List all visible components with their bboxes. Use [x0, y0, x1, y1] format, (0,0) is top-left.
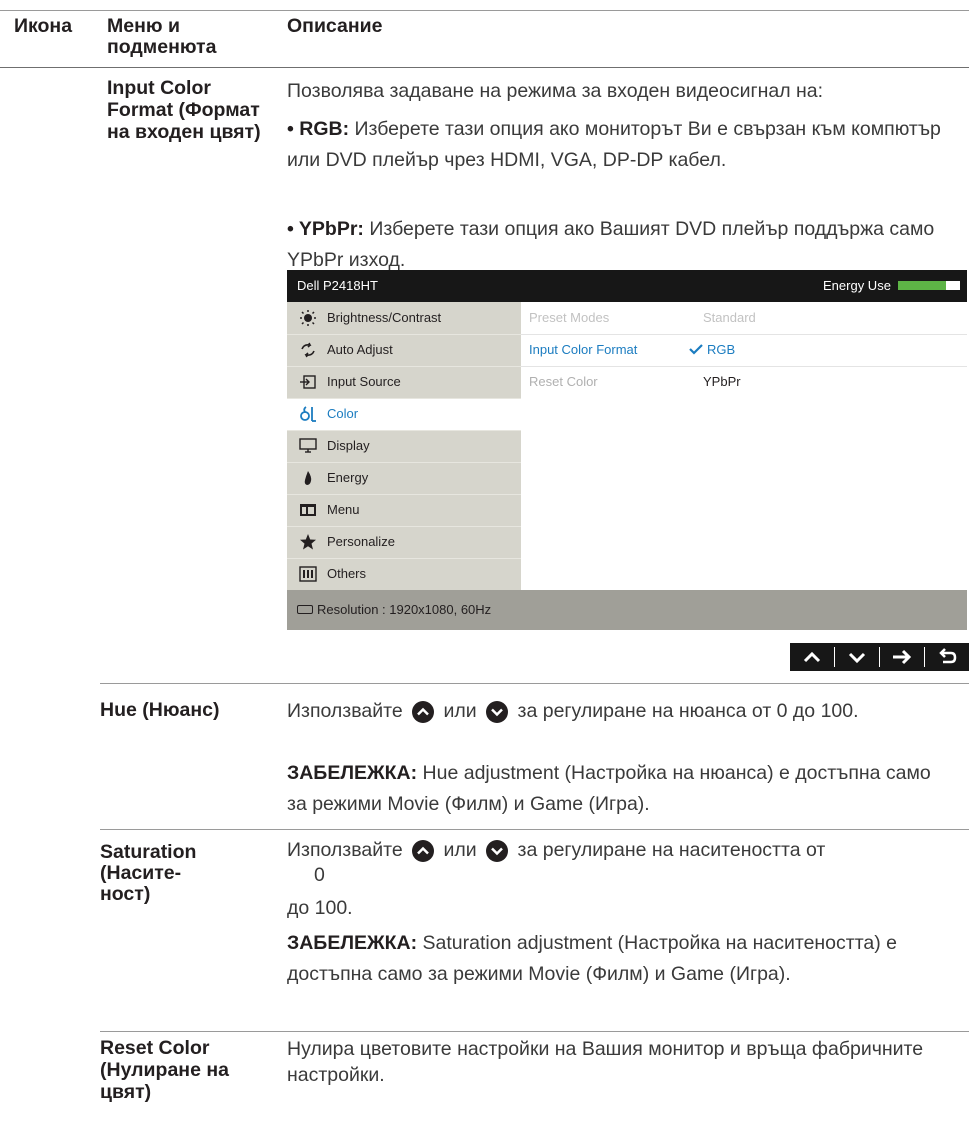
rgb-option-description: RGB: Изберете тази опция ако мониторът В…: [287, 114, 947, 176]
osd-menu-item-label: Menu: [327, 502, 360, 517]
osd-menu-separator: [287, 462, 521, 463]
header-icon-column: Икона: [14, 15, 73, 37]
saturation-description: Използвайте или за регулиране на наситен…: [287, 839, 826, 862]
energy-use-meter: [898, 281, 960, 290]
osd-menu-item-auto-adjust[interactable]: Auto Adjust: [287, 334, 521, 366]
osd-status-bar: Resolution : 1920x1080, 60Hz: [287, 590, 967, 630]
osd-submenu-value[interactable]: Standard: [703, 310, 756, 325]
reset-color-description: Нулира цветовите настройки на Вашия мони…: [287, 1038, 924, 1086]
header-menu-column: Меню и подменюта: [107, 15, 217, 58]
osd-submenu-value[interactable]: RGB: [689, 342, 735, 357]
up-arrow-icon: [412, 839, 435, 862]
hue-note-label: ЗАБЕЛЕЖКА:: [287, 762, 418, 784]
osd-menu-item-others[interactable]: Others: [287, 558, 521, 590]
checkmark-icon: [689, 342, 707, 357]
osd-submenu-input-color-format[interactable]: Input Color Format RGB: [521, 334, 967, 366]
osd-menu-item-label: Others: [327, 566, 367, 581]
osd-menu-item-personalize[interactable]: Personalize: [287, 526, 521, 558]
auto-adjust-icon: [299, 342, 317, 358]
resolution-icon: [297, 605, 313, 614]
right-arrow-icon[interactable]: [880, 643, 924, 671]
osd-menu-screenshot: Dell P2418HT Energy Use Brightness/Contr…: [287, 270, 967, 630]
osd-menu-item-label: Color: [327, 406, 359, 421]
hue-description: Използвайте или за регулиране на нюанса …: [287, 700, 859, 723]
input-source-icon: [299, 374, 317, 390]
osd-menu-item-color[interactable]: Color: [287, 398, 521, 430]
ypbpr-option-description: YPbPr: Изберете тази опция ако Вашият DV…: [287, 214, 947, 276]
osd-submenu-label: Reset Color: [529, 374, 598, 389]
ypbpr-term: YPbPr:: [298, 218, 364, 240]
rgb-term: RGB:: [299, 118, 350, 140]
osd-menu-separator: [287, 334, 521, 335]
up-icon[interactable]: [790, 643, 834, 671]
osd-submenu-label: Input Color Format: [529, 342, 638, 357]
input-color-format-intro: Позволява задаване на режима за входен в…: [287, 80, 824, 102]
osd-menu-item-label: Brightness/Contrast: [327, 310, 442, 325]
menu-icon: [299, 502, 317, 518]
osd-menu-item-label: Personalize: [327, 534, 395, 549]
star-icon: [299, 534, 317, 550]
osd-color-submenu: Preset Modes Standard Input Color Format RG…: [521, 302, 967, 590]
osd-menu-item-input-source[interactable]: Input Source: [287, 366, 521, 398]
energy-use-label: Energy Use: [823, 278, 891, 293]
energy-use-fill: [898, 281, 947, 290]
hue-top-rule: [100, 683, 969, 684]
osd-menu-item-menu[interactable]: Menu: [287, 494, 521, 526]
back-icon[interactable]: [925, 643, 969, 671]
reset-color-top-rule: [100, 1031, 969, 1032]
osd-submenu-value[interactable]: YPbPr: [703, 374, 741, 389]
osd-main-menu: Brightness/Contrast Auto Adjust Input Sour…: [287, 302, 521, 590]
hue-note: ЗАБЕЛЕЖКА: Hue adjustment (Настройка на …: [287, 762, 931, 815]
osd-submenu-label: Preset Modes: [529, 310, 610, 325]
osd-menu-separator: [287, 430, 521, 431]
osd-model-name: Dell P2418HT: [297, 278, 378, 293]
osd-menu-item-label: Input Source: [327, 374, 401, 389]
osd-menu-item-label: Energy: [327, 470, 369, 485]
brightness-icon: [299, 310, 317, 326]
saturation-range-end: до 100.: [287, 897, 353, 919]
reset-color-name: Reset Color (Нулиране на цвят): [100, 1037, 229, 1103]
osd-title-bar: Dell P2418HT Energy Use: [287, 270, 967, 302]
hue-name: Hue (Нюанс): [100, 699, 220, 721]
saturation-top-rule: [100, 829, 969, 830]
osd-menu-item-brightness-contrast[interactable]: Brightness/Contrast: [287, 302, 521, 334]
saturation-note: ЗАБЕЛЕЖКА: Saturation adjustment (Настро…: [287, 932, 898, 985]
down-arrow-icon: [486, 839, 509, 862]
energy-icon: [299, 470, 317, 486]
osd-menu-separator: [287, 526, 521, 527]
header-bottom-rule: [0, 67, 969, 68]
color-icon: [299, 406, 317, 422]
osd-menu-item-label: Auto Adjust: [327, 342, 393, 357]
input-color-format-name: Input Color Format (Формат на входен цвя…: [107, 77, 261, 143]
osd-navigation-buttons: [790, 643, 969, 671]
osd-menu-item-display[interactable]: Display: [287, 430, 521, 462]
osd-menu-item-energy[interactable]: Energy: [287, 462, 521, 494]
osd-menu-separator: [287, 366, 521, 367]
down-icon[interactable]: [835, 643, 879, 671]
resolution-text: Resolution : 1920x1080, 60Hz: [317, 602, 492, 617]
osd-menu-separator: [287, 494, 521, 495]
others-icon: [299, 566, 317, 582]
display-icon: [299, 438, 317, 454]
up-arrow-icon: [412, 700, 435, 723]
top-rule: [0, 10, 969, 11]
header-description-column: Описание: [287, 15, 383, 37]
saturation-zero: 0: [314, 864, 325, 886]
osd-menu-separator: [287, 558, 521, 559]
osd-submenu-reset-color[interactable]: Reset Color YPbPr: [521, 366, 967, 398]
osd-submenu-preset-modes[interactable]: Preset Modes Standard: [521, 302, 967, 334]
saturation-note-label: ЗАБЕЛЕЖКА:: [287, 932, 418, 954]
osd-menu-separator: [287, 398, 521, 399]
saturation-name: Saturation (Насите-ност): [100, 841, 197, 905]
osd-menu-item-label: Display: [327, 438, 370, 453]
down-arrow-icon: [486, 700, 509, 723]
